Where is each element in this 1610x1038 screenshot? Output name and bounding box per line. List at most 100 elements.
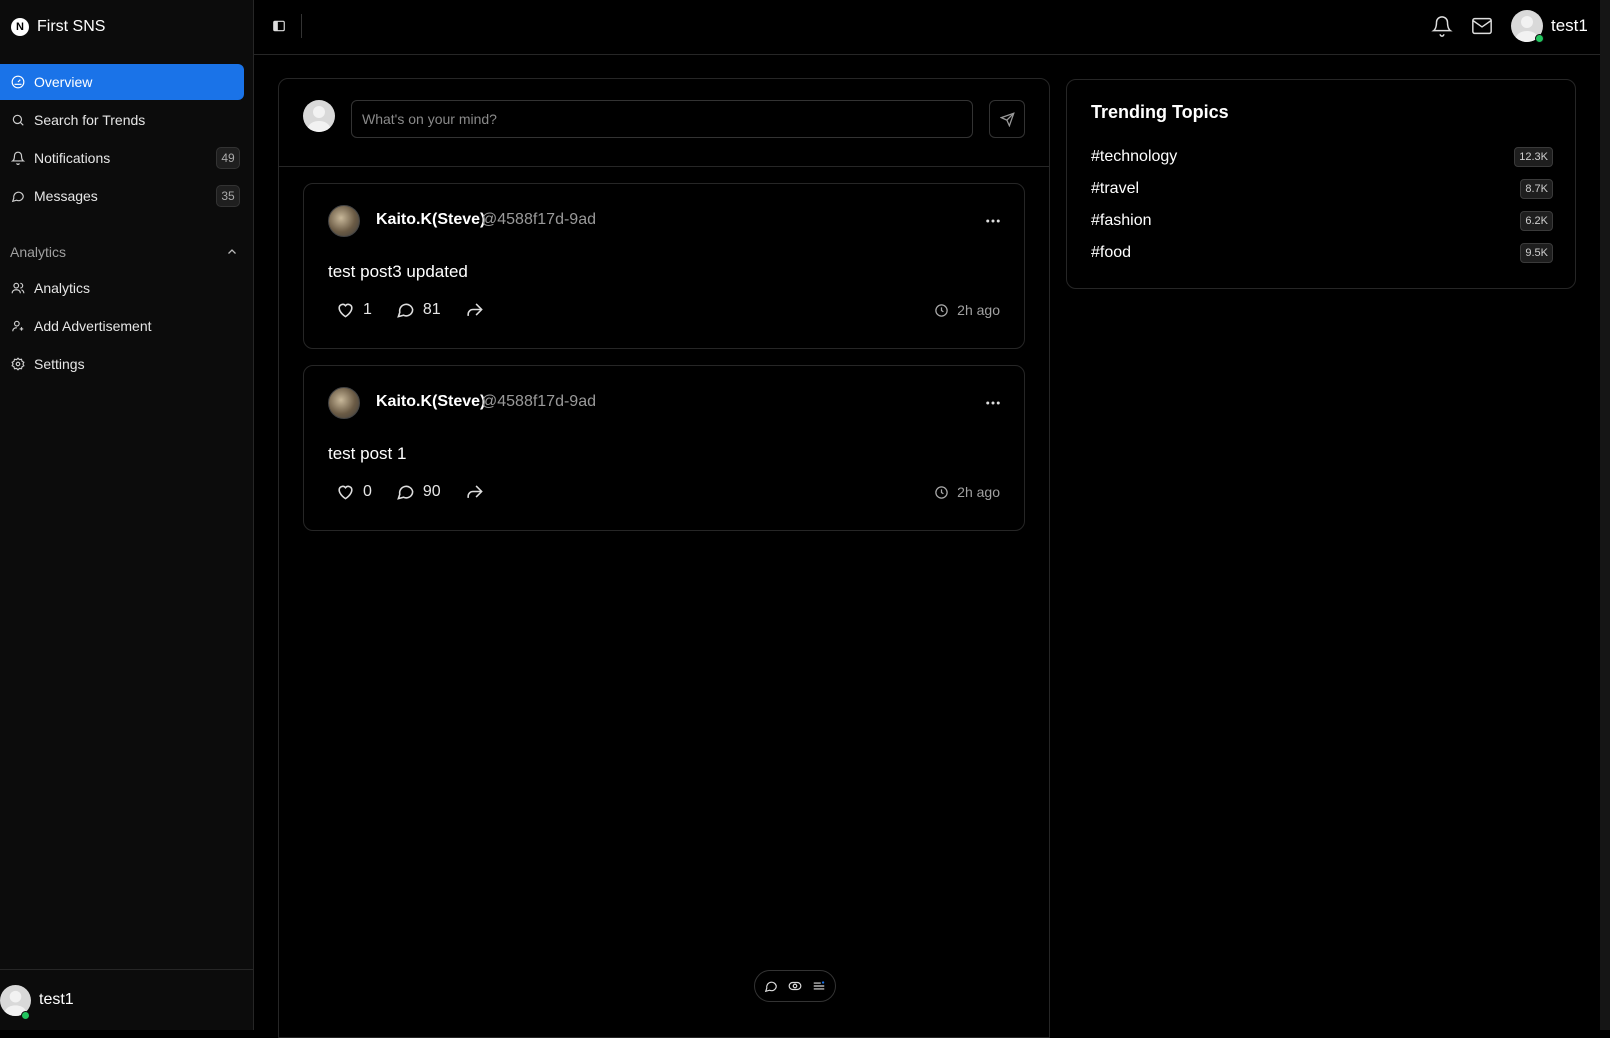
topic-count-badge: 6.2K <box>1520 211 1553 231</box>
chevron-up-icon <box>228 249 236 254</box>
online-status-dot <box>1535 34 1544 43</box>
gauge-icon <box>11 75 25 89</box>
gear-icon <box>11 357 25 371</box>
author-name[interactable]: Kaito.K(Steve) <box>376 393 485 411</box>
trending-topic[interactable]: #food 9.5K <box>1091 241 1553 265</box>
post-time: 2h ago <box>957 302 1000 318</box>
author-avatar[interactable] <box>328 387 360 419</box>
post-composer <box>279 79 1049 167</box>
more-options-icon[interactable] <box>984 212 1002 230</box>
analytics-section-toggle[interactable]: Analytics <box>0 234 253 270</box>
heart-icon <box>338 303 353 318</box>
post-timestamp: 2h ago <box>934 302 1000 318</box>
user-plus-icon <box>12 320 24 332</box>
comment-count: 81 <box>422 300 441 318</box>
clock-icon <box>935 303 948 317</box>
topic-count-badge: 9.5K <box>1520 243 1553 263</box>
list-settings-icon[interactable] <box>812 979 826 993</box>
topic-tag: #food <box>1091 244 1132 261</box>
share-icon <box>467 303 483 316</box>
top-username: test1 <box>1551 16 1588 35</box>
comment-icon <box>397 485 414 500</box>
send-button[interactable] <box>989 100 1025 138</box>
sidebar-item-label: Add Advertisement <box>34 318 152 334</box>
sidebar-nav: Overview Search for Trends Notifications… <box>0 53 253 382</box>
author-name[interactable]: Kaito.K(Steve) <box>376 211 485 229</box>
like-button[interactable]: 1 <box>336 300 372 319</box>
sidebar-item-label: Notifications <box>34 150 111 166</box>
topic-tag: #travel <box>1091 180 1140 197</box>
author-handle: @4588f17d-9ad <box>481 393 596 410</box>
bell-icon <box>11 151 25 165</box>
sidebar-item-settings[interactable]: Settings <box>0 346 244 382</box>
author-avatar[interactable] <box>328 205 360 237</box>
topic-tag: #technology <box>1091 148 1178 165</box>
share-button[interactable] <box>465 300 484 319</box>
clock-icon <box>935 485 948 499</box>
topic-count-badge: 12.3K <box>1514 147 1553 167</box>
search-icon <box>12 114 24 126</box>
sidebar-item-label: Overview <box>34 74 93 90</box>
post-card: Kaito.K(Steve) @4588f17d-9ad test post 1… <box>303 365 1025 531</box>
sidebar-item-messages[interactable]: Messages 35 <box>0 178 244 214</box>
post-actions: 1 81 <box>336 300 508 319</box>
like-count: 1 <box>363 300 372 318</box>
sidebar: N First SNS Overview Search for Trends N… <box>0 0 254 1030</box>
comment-count: 90 <box>422 482 441 500</box>
trending-topic[interactable]: #fashion 6.2K <box>1091 209 1553 233</box>
like-count: 0 <box>363 482 372 500</box>
sidebar-item-add-advertisement[interactable]: Add Advertisement <box>0 308 244 344</box>
topic-tag: #fashion <box>1091 212 1152 229</box>
share-button[interactable] <box>465 482 484 501</box>
topbar-divider <box>301 14 302 38</box>
app-name: First SNS <box>37 17 106 35</box>
page-scrollbar[interactable] <box>1600 0 1610 1030</box>
like-button[interactable]: 0 <box>336 482 372 501</box>
messages-count-badge: 35 <box>216 185 240 207</box>
users-icon <box>11 282 25 294</box>
heart-icon <box>338 485 353 500</box>
section-label: Analytics <box>10 244 67 260</box>
trending-topics-panel: Trending Topics #technology 12.3K #trave… <box>1066 79 1576 289</box>
trending-title: Trending Topics <box>1091 102 1229 122</box>
sidebar-item-notifications[interactable]: Notifications 49 <box>0 140 244 176</box>
online-status-dot <box>21 1011 30 1020</box>
app-logo-icon: N <box>11 17 29 36</box>
post-body: test post 1 <box>328 444 407 463</box>
sidebar-user-menu[interactable]: test1 <box>0 969 253 1030</box>
post-actions: 0 90 <box>336 482 508 501</box>
topic-count-badge: 8.7K <box>1520 179 1553 199</box>
mail-icon[interactable] <box>1471 15 1493 37</box>
feed: Kaito.K(Steve) @4588f17d-9ad test post3 … <box>278 78 1050 1038</box>
chat-bubble-icon[interactable] <box>764 979 778 993</box>
brand[interactable]: N First SNS <box>0 0 253 53</box>
post-card: Kaito.K(Steve) @4588f17d-9ad test post3 … <box>303 183 1025 349</box>
top-user-menu[interactable]: test1 <box>1511 10 1588 43</box>
post-time: 2h ago <box>957 484 1000 500</box>
sidebar-toggle-icon[interactable] <box>272 19 286 33</box>
notifications-bell-icon[interactable] <box>1431 15 1453 37</box>
sidebar-item-analytics[interactable]: Analytics <box>0 270 244 306</box>
sidebar-item-label: Analytics <box>34 280 91 296</box>
comment-button[interactable]: 81 <box>396 300 441 319</box>
notifications-count-badge: 49 <box>216 147 240 169</box>
composer-avatar <box>303 100 335 132</box>
floating-toolbar <box>754 970 836 1002</box>
eye-toggle-icon[interactable] <box>788 979 802 993</box>
trending-topic[interactable]: #travel 8.7K <box>1091 177 1553 201</box>
topbar: test1 <box>254 0 1600 55</box>
sidebar-item-search-for-trends[interactable]: Search for Trends <box>0 102 244 138</box>
more-options-icon[interactable] <box>984 394 1002 412</box>
trending-topic[interactable]: #technology 12.3K <box>1091 145 1553 169</box>
send-icon <box>999 111 1015 127</box>
sidebar-item-overview[interactable]: Overview <box>0 64 244 100</box>
comment-button[interactable]: 90 <box>396 482 441 501</box>
post-body: test post3 updated <box>328 262 468 281</box>
sidebar-item-label: Settings <box>34 356 85 372</box>
post-timestamp: 2h ago <box>934 484 1000 500</box>
share-icon <box>467 485 483 498</box>
composer-input[interactable] <box>351 100 973 138</box>
author-handle: @4588f17d-9ad <box>481 211 596 228</box>
comment-icon <box>397 303 414 318</box>
message-icon <box>11 191 24 203</box>
